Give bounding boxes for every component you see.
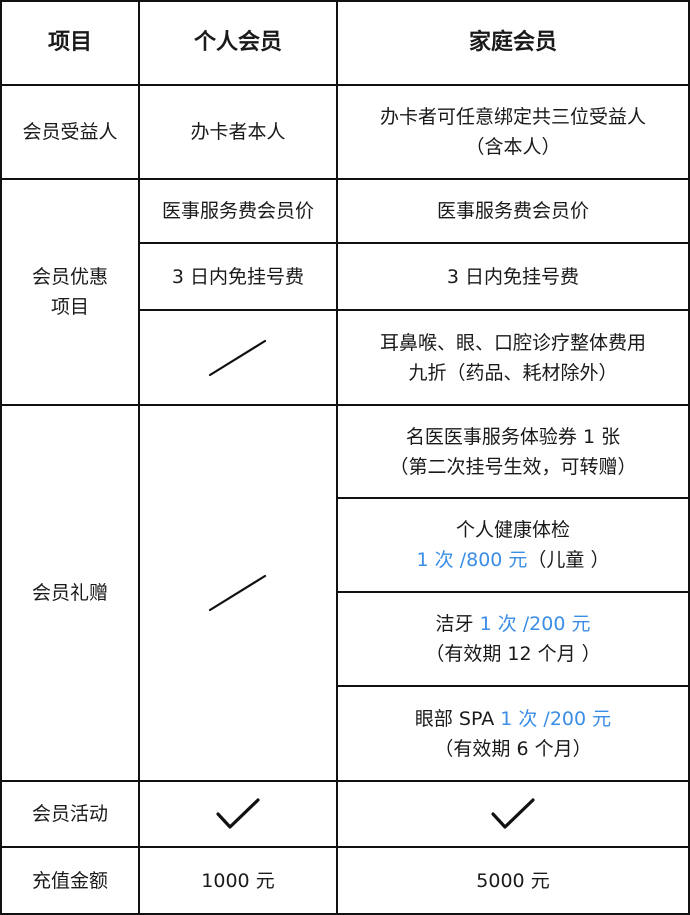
check-icon — [216, 798, 260, 829]
gift1-cell: 名医医事服务体验券 1 张 （第二次挂号生效，可转赠） — [338, 406, 690, 499]
benefit3-family-cell: 耳鼻喉、眼、口腔诊疗整体费用 九折（药品、耗材除外） — [338, 311, 690, 406]
beneficiary-family-line1: 办卡者可任意绑定共三位受益人 — [379, 106, 646, 128]
gift2-tail: （儿童 ） — [527, 549, 610, 571]
gift4-cell: 眼部 SPA 1 次 /200 元 （有效期 6 个月） — [338, 687, 690, 782]
gift4-line2: （有效期 6 个月） — [434, 737, 592, 760]
header-item: 项目 — [0, 0, 140, 86]
slash-icon — [208, 574, 267, 612]
header-personal: 个人会员 — [140, 0, 338, 86]
benefit1-personal-cell: 医事服务费会员价 — [140, 180, 338, 244]
gift3-cell: 洁牙 1 次 /200 元 （有效期 12 个月 ） — [338, 593, 690, 687]
recharge-personal-cell: 1000 元 — [140, 848, 338, 915]
gift4-prefix: 眼部 SPA — [414, 707, 501, 730]
recharge-family-cell: 5000 元 — [338, 848, 690, 915]
gifts-label-cell: 会员礼赠 — [0, 406, 140, 782]
benefit3-family-line2: 九折（药品、耗材除外） — [408, 361, 618, 384]
benefits-label-line1: 会员优惠 — [31, 266, 108, 288]
gift1-line1: 名医医事服务体验券 1 张 — [405, 425, 621, 448]
benefit1-personal: 医事服务费会员价 — [161, 200, 314, 222]
activity-personal-cell — [140, 782, 338, 848]
gift3-quota: 1 次 /200 元 — [479, 613, 591, 635]
header-family: 家庭会员 — [338, 0, 690, 86]
benefit2-personal-cell: 3 日内免挂号费 — [140, 244, 338, 311]
activity-label: 会员活动 — [31, 803, 108, 825]
check-icon — [491, 798, 535, 829]
gifts-label: 会员礼赠 — [31, 582, 108, 604]
benefit2-personal: 3 日内免挂号费 — [171, 265, 305, 288]
benefit3-family-line1: 耳鼻喉、眼、口腔诊疗整体费用 — [379, 331, 646, 354]
gift2-quota: 1 次 /800 元 — [416, 549, 528, 571]
benefit1-family-cell: 医事服务费会员价 — [338, 180, 690, 244]
recharge-family: 5000 元 — [476, 869, 550, 892]
activity-label-cell: 会员活动 — [0, 782, 140, 848]
recharge-label: 充值金额 — [31, 869, 108, 892]
benefits-label-line2: 项目 — [50, 296, 89, 318]
beneficiary-label: 会员受益人 — [22, 121, 118, 143]
header-family-label: 家庭会员 — [468, 30, 557, 55]
beneficiary-label-cell: 会员受益人 — [0, 86, 140, 180]
recharge-personal: 1000 元 — [201, 869, 275, 892]
beneficiary-personal-cell: 办卡者本人 — [140, 86, 338, 180]
benefit2-family-cell: 3 日内免挂号费 — [338, 244, 690, 311]
benefit3-personal-cell — [140, 311, 338, 406]
activity-family-cell — [338, 782, 690, 848]
beneficiary-personal: 办卡者本人 — [190, 121, 286, 143]
gift2-line2: 1 次 /800 元（儿童 ） — [417, 545, 610, 575]
gift3-line1: 洁牙 1 次 /200 元 — [436, 609, 591, 639]
gift2-cell: 个人健康体检 1 次 /800 元（儿童 ） — [338, 499, 690, 593]
slash-icon — [208, 339, 267, 376]
gift4-quota: 1 次 /200 元 — [500, 707, 612, 730]
gift3-prefix: 洁牙 — [435, 613, 480, 635]
gift3-line2: （有效期 12 个月 ） — [425, 643, 601, 665]
beneficiary-family-cell: 办卡者可任意绑定共三位受益人 （含本人） — [338, 86, 690, 180]
beneficiary-family-line2: （含本人） — [465, 136, 561, 158]
header-item-label: 项目 — [47, 30, 92, 55]
gifts-personal-cell — [140, 406, 338, 782]
benefit1-family: 医事服务费会员价 — [436, 200, 589, 222]
header-personal-label: 个人会员 — [193, 30, 282, 55]
benefit2-family: 3 日内免挂号费 — [446, 265, 580, 288]
gift2-line1: 个人健康体检 — [455, 519, 570, 541]
gift4-line1: 眼部 SPA 1 次 /200 元 — [415, 704, 611, 734]
benefits-label-cell: 会员优惠 项目 — [0, 180, 140, 406]
membership-comparison-table: 项目 个人会员 家庭会员 会员受益人 办卡者本人 办卡者可任意绑定共三位受益人 … — [0, 0, 690, 915]
recharge-label-cell: 充值金额 — [0, 848, 140, 915]
gift1-line2: （第二次挂号生效，可转赠） — [389, 455, 637, 478]
